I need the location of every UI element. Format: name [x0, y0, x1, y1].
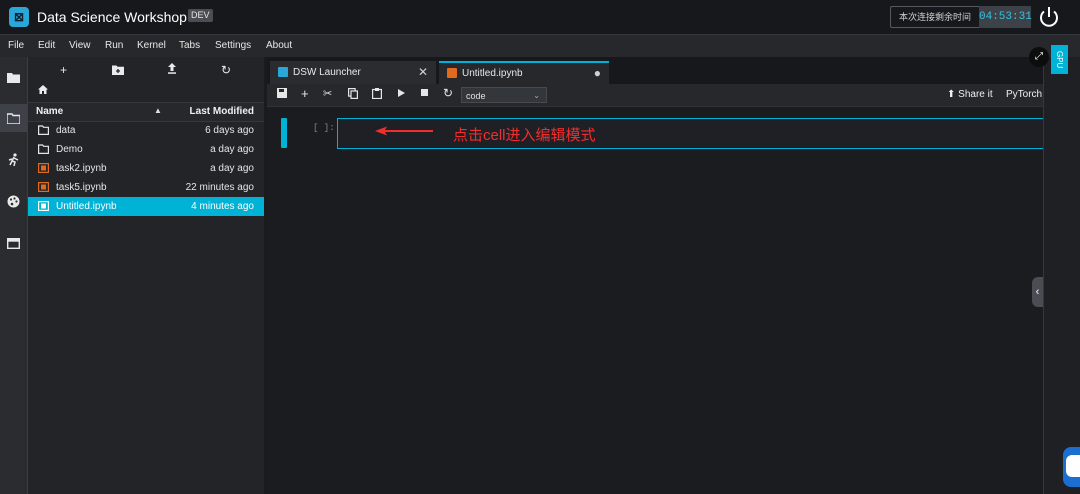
annotation-arrow-icon: [375, 126, 433, 136]
refresh-icon[interactable]: ↻: [221, 63, 231, 77]
menu-file[interactable]: File: [8, 40, 24, 51]
gpu-tab-visible[interactable]: GPU: [1051, 45, 1068, 74]
menu-settings[interactable]: Settings: [215, 40, 251, 51]
cell-type-select[interactable]: code ⌄: [461, 87, 547, 103]
new-launcher-icon[interactable]: +: [60, 63, 67, 77]
paste-icon[interactable]: [372, 88, 383, 102]
active-cell-indicator: [281, 118, 287, 148]
restart-kernel-icon[interactable]: ↻: [443, 86, 453, 100]
tabs-panel-icon[interactable]: [0, 229, 27, 257]
file-name: Demo: [56, 144, 83, 155]
share-label: Share it: [958, 89, 993, 100]
open-folder-icon[interactable]: [0, 104, 27, 132]
file-row-untitled[interactable]: Untitled.ipynb 4 minutes ago: [28, 197, 264, 216]
insert-cell-icon[interactable]: +: [301, 86, 309, 101]
menu-about[interactable]: About: [266, 40, 292, 51]
home-icon[interactable]: [38, 85, 48, 97]
menu-edit[interactable]: Edit: [38, 40, 55, 51]
app-title: Data Science Workshop: [37, 9, 187, 25]
menu-tabs[interactable]: Tabs: [179, 40, 200, 51]
file-row-task5[interactable]: task5.ipynb 22 minutes ago: [28, 178, 264, 197]
folder-icon: [38, 144, 49, 154]
chevron-down-icon: ⌄: [533, 91, 540, 100]
notebook-area: DSW Launcher ✕ Untitled.ipynb ● + ✂ ↻ co…: [267, 57, 1044, 494]
file-modified: a day ago: [210, 144, 254, 155]
cell-type-value: code: [466, 91, 486, 101]
file-name: Untitled.ipynb: [56, 201, 117, 212]
kernel-name[interactable]: PyTorch: [1006, 89, 1042, 100]
run-icon[interactable]: [397, 88, 406, 101]
file-list-header: Name ▲ Last Modified: [28, 102, 264, 122]
column-name[interactable]: Name: [36, 106, 63, 117]
sort-ascending-icon[interactable]: ▲: [154, 106, 162, 115]
file-browser: + ↻ Name ▲ Last Modified data 6 days ago…: [28, 57, 264, 494]
top-bar: ⊠ Data Science Workshop DEV 本次连接剩余时间 04:…: [0, 0, 1080, 34]
file-row-task2[interactable]: task2.ipynb a day ago: [28, 159, 264, 178]
menu-view[interactable]: View: [69, 40, 91, 51]
file-modified: 22 minutes ago: [185, 182, 254, 193]
menu-bar: File Edit View Run Kernel Tabs Settings …: [0, 34, 1080, 57]
share-icon: ⬆: [947, 89, 956, 100]
code-cell-input[interactable]: [337, 118, 1044, 149]
folder-icon: [38, 125, 49, 135]
tab-label: DSW Launcher: [293, 67, 361, 78]
app-logo-icon: ⊠: [9, 7, 29, 27]
menu-run[interactable]: Run: [105, 40, 123, 51]
notebook-icon: [38, 201, 49, 211]
env-badge: DEV: [188, 9, 213, 22]
share-button[interactable]: ⬆ Share it: [947, 89, 993, 100]
notebook-icon: [38, 163, 49, 173]
tab-bar: DSW Launcher ✕ Untitled.ipynb ●: [267, 57, 1043, 84]
unsaved-dot-icon[interactable]: ●: [594, 66, 601, 80]
upload-icon[interactable]: [167, 63, 177, 77]
file-row-data[interactable]: data 6 days ago: [28, 121, 264, 140]
activity-bar: [0, 57, 28, 494]
file-name: data: [56, 125, 76, 136]
tab-label: Untitled.ipynb: [462, 68, 523, 79]
file-modified: a day ago: [210, 163, 254, 174]
notebook-icon: [38, 182, 49, 192]
expand-icon[interactable]: ⤢: [1029, 47, 1049, 67]
file-name: task2.ipynb: [56, 163, 107, 174]
assistant-robot-icon[interactable]: [1063, 447, 1080, 487]
session-timer-value: 04:53:31: [979, 6, 1032, 28]
cut-icon[interactable]: ✂: [323, 87, 332, 100]
stop-icon[interactable]: [420, 88, 429, 100]
column-last-modified[interactable]: Last Modified: [190, 106, 254, 117]
session-timer-label: 本次连接剩余时间: [890, 6, 980, 28]
close-icon[interactable]: ✕: [418, 65, 428, 79]
file-modified: 6 days ago: [205, 125, 254, 136]
copy-icon[interactable]: [348, 88, 359, 102]
file-name: task5.ipynb: [56, 182, 107, 193]
annotation-text: 点击cell进入编辑模式: [453, 127, 596, 144]
palette-icon[interactable]: [0, 187, 27, 215]
save-icon[interactable]: [277, 88, 287, 101]
chevron-left-icon[interactable]: ‹: [1032, 277, 1043, 307]
right-sidebar: GPU: [1043, 45, 1080, 494]
launcher-icon: [278, 67, 288, 77]
files-icon[interactable]: [0, 63, 27, 91]
power-icon[interactable]: [1037, 5, 1061, 29]
tab-untitled-ipynb[interactable]: Untitled.ipynb ●: [439, 61, 609, 84]
running-icon[interactable]: [0, 146, 27, 174]
cell-prompt: [ ]:: [313, 123, 335, 133]
file-modified: 4 minutes ago: [191, 201, 254, 212]
menu-kernel[interactable]: Kernel: [137, 40, 166, 51]
new-folder-icon[interactable]: [112, 64, 124, 78]
tab-dsw-launcher[interactable]: DSW Launcher ✕: [270, 61, 436, 84]
file-row-demo[interactable]: Demo a day ago: [28, 140, 264, 159]
notebook-icon: [447, 68, 457, 78]
notebook-toolbar: + ✂ ↻ code ⌄ ⬆ Share it PyTorch: [267, 84, 1043, 107]
